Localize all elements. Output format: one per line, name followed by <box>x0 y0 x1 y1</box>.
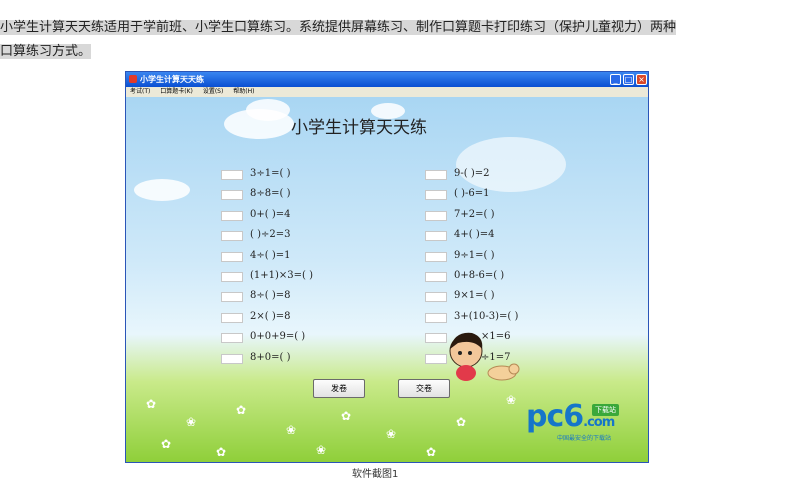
menu-help[interactable]: 帮助(H) <box>233 88 254 95</box>
answer-input[interactable] <box>221 210 243 221</box>
problem-text: 9-( )=2 <box>454 168 490 179</box>
problem-text: 8÷( )=8 <box>250 290 291 302</box>
problem-text: 0+( )=4 <box>250 208 291 220</box>
answer-input[interactable] <box>221 231 243 242</box>
problem-text: 8÷8=( ) <box>250 188 291 200</box>
problem-text: 8+0=( ) <box>250 351 291 363</box>
answer-input[interactable] <box>221 333 243 344</box>
intro-line-2: 口算练习方式。 <box>0 44 92 59</box>
hand-in-button[interactable]: 交卷 <box>398 379 450 398</box>
app-canvas: 小学生计算天天练 3÷1=( ) 8÷8=( ) 0+( )=4 ( )÷2=3… <box>126 97 648 462</box>
app-window: 小学生计算天天练 _ □ × 考试(T) 口算题卡(K) 设置(S) 帮助(H)… <box>125 71 649 463</box>
answer-input[interactable] <box>425 210 447 221</box>
screenshot-caption: 软件截图1 <box>352 469 399 480</box>
flower-decoration: ✿ <box>456 415 467 429</box>
answer-input[interactable] <box>425 292 447 303</box>
answer-input[interactable] <box>221 170 243 180</box>
intro-line-1: 小学生计算天天练适用于学前班、小学生口算练习。系统提供屏幕练习、制作口算题卡打印… <box>0 20 677 35</box>
cloud-decoration <box>134 179 190 201</box>
minimize-button[interactable]: _ <box>610 74 621 85</box>
problem-text: 7+2=( ) <box>454 208 495 220</box>
flower-decoration: ❀ <box>186 415 197 429</box>
problem-text: 3+(10-3)=( ) <box>454 310 519 322</box>
title-bar[interactable]: 小学生计算天天练 _ □ × <box>126 72 648 87</box>
problem-text: 0+8-6=( ) <box>454 269 505 281</box>
cartoon-girl-illustration <box>449 332 520 381</box>
close-button[interactable]: × <box>636 74 647 85</box>
menu-exam[interactable]: 考试(T) <box>130 88 150 95</box>
cloud-decoration <box>456 137 566 192</box>
problem-text: (1+1)×3=( ) <box>250 269 314 281</box>
flower-decoration: ❀ <box>506 393 517 407</box>
menu-bar: 考试(T) 口算题卡(K) 设置(S) 帮助(H) <box>126 87 648 97</box>
app-icon <box>129 75 137 83</box>
flower-decoration: ✿ <box>426 445 437 459</box>
logo-com-text: .com <box>583 415 615 430</box>
answer-input[interactable] <box>221 251 243 262</box>
flower-decoration: ✿ <box>161 437 172 451</box>
flower-decoration: ❀ <box>386 427 397 441</box>
flower-decoration: ✿ <box>236 403 247 417</box>
flower-decoration: ✿ <box>146 397 157 411</box>
maximize-button[interactable]: □ <box>623 74 634 85</box>
menu-card[interactable]: 口算题卡(K) <box>160 88 193 95</box>
logo-main-text: pc6 <box>526 399 584 434</box>
answer-input[interactable] <box>425 271 447 282</box>
logo-subtitle: 中国最安全的下载站 <box>557 435 612 442</box>
problem-text: 9÷1=( ) <box>454 249 495 261</box>
problem-text: 9×1=( ) <box>454 290 495 302</box>
answer-input[interactable] <box>425 312 447 323</box>
flower-decoration: ❀ <box>316 443 327 457</box>
answer-input[interactable] <box>425 251 447 262</box>
answer-input[interactable] <box>221 271 243 282</box>
answer-input[interactable] <box>425 190 447 201</box>
problem-text: ( )-6=1 <box>454 188 490 200</box>
problem-text: 4+( )=4 <box>454 229 495 241</box>
menu-settings[interactable]: 设置(S) <box>203 88 224 95</box>
logo-tag: 下载站 <box>592 404 619 416</box>
answer-input[interactable] <box>221 292 243 303</box>
answer-input[interactable] <box>221 353 243 364</box>
window-title: 小学生计算天天练 <box>140 75 204 84</box>
cloud-decoration <box>246 99 290 121</box>
app-title: 小学生计算天天练 <box>291 118 427 138</box>
problem-text: ( )÷2=3 <box>250 229 291 241</box>
flower-decoration: ✿ <box>341 409 352 423</box>
intro-text: 小学生计算天天练适用于学前班、小学生口算练习。系统提供屏幕练习、制作口算题卡打印… <box>0 16 797 64</box>
problem-text: 4÷( )=1 <box>250 249 291 261</box>
flower-decoration: ❀ <box>286 423 297 437</box>
flower-decoration: ✿ <box>216 445 227 459</box>
problem-text: 2×( )=8 <box>250 310 291 322</box>
answer-input[interactable] <box>425 231 447 242</box>
answer-input[interactable] <box>221 190 243 201</box>
answer-input[interactable] <box>425 170 447 180</box>
problem-text: 3÷1=( ) <box>250 168 291 179</box>
problem-text: 0+0+9=( ) <box>250 331 306 343</box>
submit-paper-button[interactable]: 发卷 <box>313 379 365 398</box>
answer-input[interactable] <box>221 312 243 323</box>
